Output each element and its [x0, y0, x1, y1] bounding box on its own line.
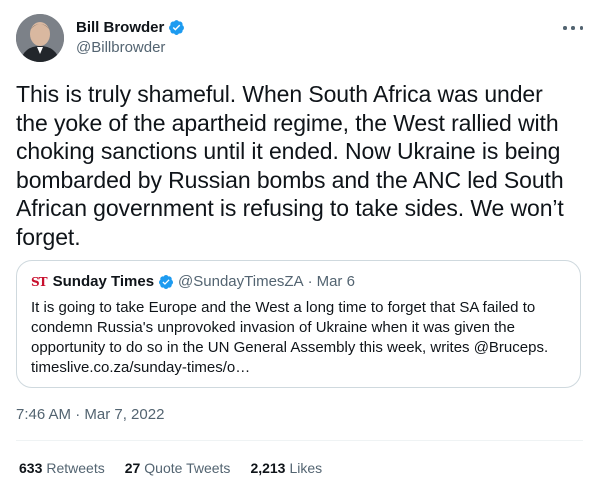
verified-badge-icon [168, 19, 185, 36]
verified-badge-icon [158, 274, 174, 290]
quote-header: ST Sunday Times @SundayTimesZA · Mar 6 [31, 273, 355, 290]
likes-stat[interactable]: 2,213 Likes [250, 460, 322, 476]
tweet-timestamp[interactable]: 7:46 AM · Mar 7, 2022 [16, 406, 164, 423]
quote-tweets-label: Quote Tweets [144, 460, 231, 476]
quote-display-name[interactable]: Sunday Times [53, 273, 154, 290]
quote-handle[interactable]: @SundayTimesZA [178, 273, 304, 290]
retweets-label: Retweets [46, 460, 105, 476]
retweets-stat[interactable]: 633 Retweets [19, 460, 105, 476]
quote-separator: · [307, 273, 313, 290]
tweet-card: Bill Browder @Billbrowder This is truly … [0, 0, 599, 496]
sunday-times-logo-icon: ST [31, 274, 48, 289]
author-name-row: Bill Browder [76, 17, 185, 37]
author-handle[interactable]: @Billbrowder [76, 39, 185, 56]
author-block: Bill Browder @Billbrowder [76, 17, 185, 56]
engagement-stats: 633 Retweets 27 Quote Tweets 2,213 Likes [19, 460, 322, 476]
quote-tweets-count: 27 [124, 460, 141, 476]
tweet-text: This is truly shameful. When South Afric… [16, 81, 564, 250]
avatar[interactable] [16, 14, 64, 62]
quote-tweets-stat[interactable]: 27 Quote Tweets [125, 460, 231, 476]
author-display-name[interactable]: Bill Browder [76, 19, 164, 36]
more-options-icon[interactable] [563, 22, 583, 34]
quote-tweet-card[interactable]: ST Sunday Times @SundayTimesZA · Mar 6 I… [16, 260, 581, 388]
retweets-count: 633 [19, 460, 43, 476]
quote-date[interactable]: Mar 6 [317, 273, 355, 290]
quote-text: It is going to take Europe and the West … [31, 299, 549, 376]
likes-label: Likes [289, 460, 323, 476]
likes-count: 2,213 [250, 460, 286, 476]
divider [16, 440, 583, 441]
